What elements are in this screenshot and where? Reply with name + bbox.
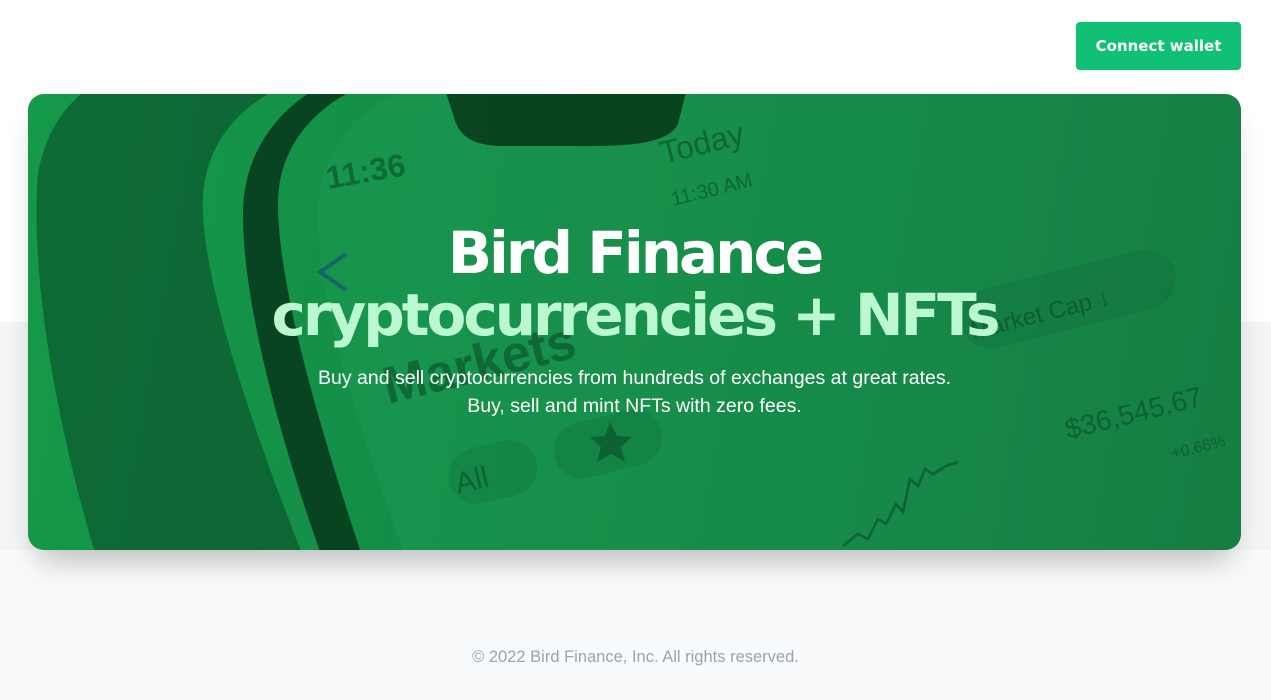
hero-subtitle-line2: Buy, sell and mint NFTs with zero fees. [467,395,802,417]
footer-copyright: © 2022 Bird Finance, Inc. All rights res… [472,648,799,666]
top-header: Connect wallet [0,0,1271,94]
hero-title: Bird Finance cryptocurrencies + NFTs [28,222,1241,346]
hero-title-brand: Bird Finance [447,219,824,287]
hero-subtitle: Buy and sell cryptocurrencies from hundr… [28,364,1241,420]
hero-subtitle-line1: Buy and sell cryptocurrencies from hundr… [318,367,951,389]
connect-wallet-button[interactable]: Connect wallet [1076,22,1241,70]
hero-title-tagline: cryptocurrencies + NFTs [271,281,1000,349]
hero-content: Bird Finance cryptocurrencies + NFTs Buy… [28,222,1241,420]
hero-banner: 11:36 Today 11:30 AM Markets All Market … [28,94,1241,550]
footer-background [0,550,1271,700]
